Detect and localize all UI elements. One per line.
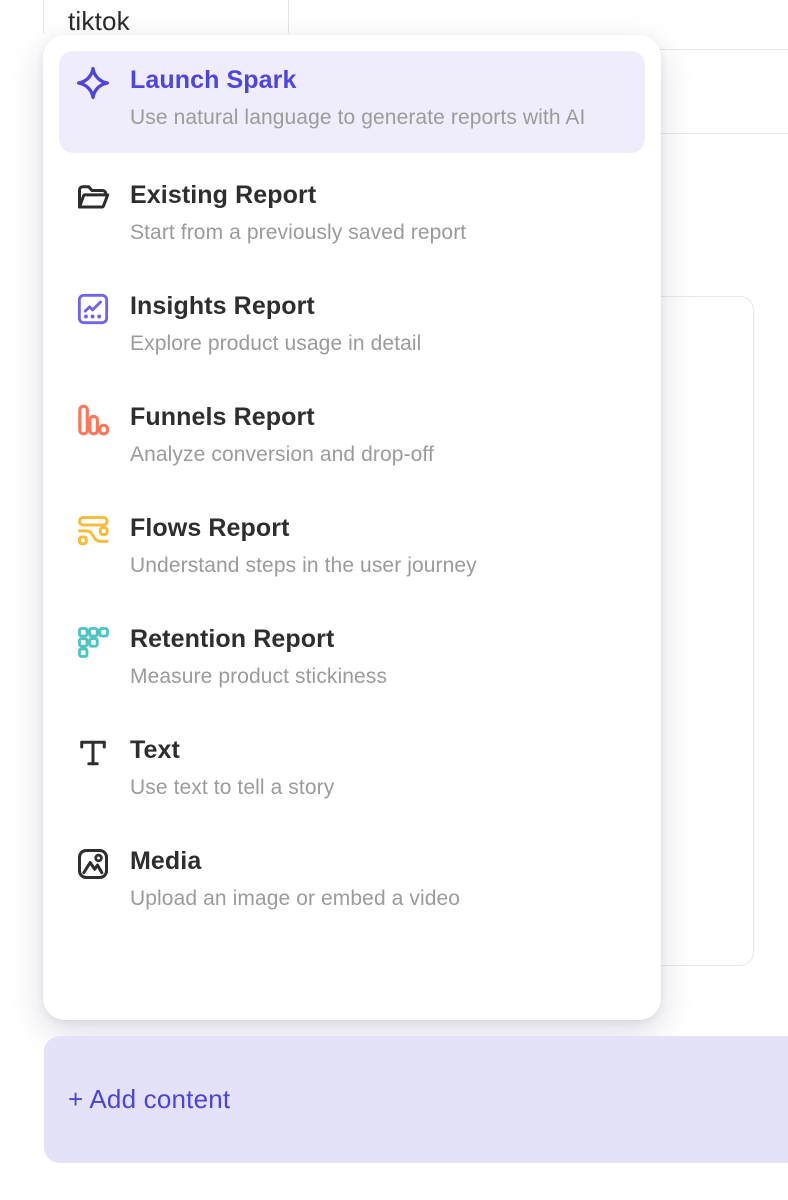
menu-item-text: Retention Report Measure product stickin…: [130, 624, 629, 693]
flows-icon: [75, 513, 111, 549]
screen: tiktok Launch Spark Use natural language…: [0, 0, 788, 1200]
menu-item-text: Funnels Report Analyze conversion and dr…: [130, 402, 629, 471]
background-table-divider: [288, 0, 289, 33]
menu-item-text: Launch Spark Use natural language to gen…: [130, 65, 629, 134]
menu-item-title: Retention Report: [130, 624, 629, 655]
menu-item-flows-report[interactable]: Flows Report Understand steps in the use…: [59, 499, 645, 597]
menu-item-description: Start from a previously saved report: [130, 217, 629, 249]
insights-chart-icon: [75, 291, 111, 327]
menu-item-title: Launch Spark: [130, 65, 629, 96]
menu-item-title: Text: [130, 735, 629, 766]
menu-item-retention-report[interactable]: Retention Report Measure product stickin…: [59, 610, 645, 708]
background-cell-label: tiktok: [68, 6, 130, 37]
menu-item-title: Existing Report: [130, 180, 629, 211]
menu-item-description: Analyze conversion and drop-off: [130, 439, 629, 471]
spark-icon: [75, 65, 111, 101]
text-icon: [75, 735, 111, 771]
menu-item-title: Insights Report: [130, 291, 629, 322]
retention-grid-icon: [75, 624, 111, 660]
menu-item-insights-report[interactable]: Insights Report Explore product usage in…: [59, 277, 645, 375]
add-content-menu: Launch Spark Use natural language to gen…: [43, 35, 661, 1020]
menu-item-title: Funnels Report: [130, 402, 629, 433]
menu-item-description: Understand steps in the user journey: [130, 550, 629, 582]
funnel-bars-icon: [75, 402, 111, 438]
menu-item-description: Upload an image or embed a video: [130, 883, 629, 915]
menu-item-launch-spark[interactable]: Launch Spark Use natural language to gen…: [59, 51, 645, 153]
menu-item-title: Media: [130, 846, 629, 877]
menu-item-text: Flows Report Understand steps in the use…: [130, 513, 629, 582]
folder-icon: [75, 180, 111, 216]
menu-item-text: Existing Report Start from a previously …: [130, 180, 629, 249]
add-content-label: + Add content: [68, 1084, 230, 1115]
menu-item-description: Explore product usage in detail: [130, 328, 629, 360]
menu-item-text: Media Upload an image or embed a video: [130, 846, 629, 915]
menu-item-description: Measure product stickiness: [130, 661, 629, 693]
menu-item-text: Text Use text to tell a story: [130, 735, 629, 804]
menu-item-description: Use text to tell a story: [130, 772, 629, 804]
menu-item-existing-report[interactable]: Existing Report Start from a previously …: [59, 166, 645, 264]
menu-item-description: Use natural language to generate reports…: [130, 102, 629, 134]
menu-item-text-block[interactable]: Text Use text to tell a story: [59, 721, 645, 819]
menu-item-funnels-report[interactable]: Funnels Report Analyze conversion and dr…: [59, 388, 645, 486]
menu-item-text: Insights Report Explore product usage in…: [130, 291, 629, 360]
media-image-icon: [75, 846, 111, 882]
background-table-divider: [43, 0, 44, 33]
menu-item-media[interactable]: Media Upload an image or embed a video: [59, 832, 645, 930]
add-content-button[interactable]: + Add content: [44, 1036, 788, 1163]
menu-item-title: Flows Report: [130, 513, 629, 544]
